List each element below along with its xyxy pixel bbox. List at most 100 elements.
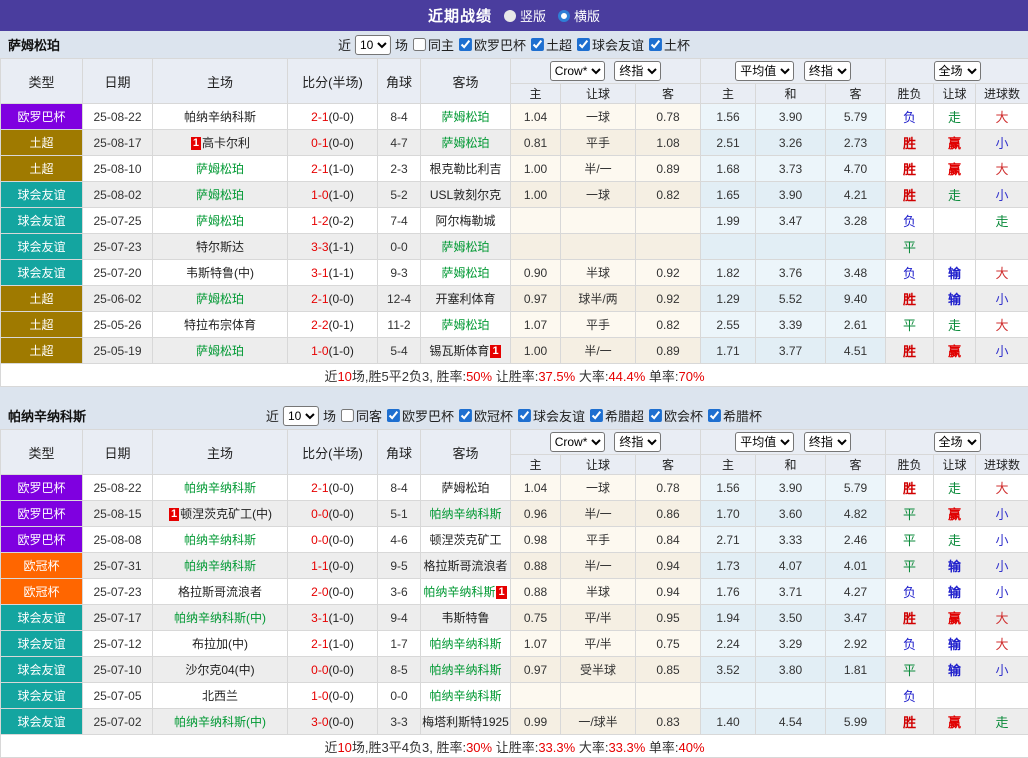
col-header-odds-away: 客 [636,84,701,104]
team-link[interactable]: 韦斯特鲁 [441,611,489,625]
team-link[interactable]: 萨姆松珀 [196,214,244,228]
team-link[interactable]: 锡瓦斯体育 [429,344,489,358]
odds-away-cell: 0.78 [636,104,701,130]
team-link[interactable]: 阿尔梅勒城 [435,214,495,228]
team-link[interactable]: 布拉加(中) [192,637,248,651]
team-link[interactable]: USL敦刻尔克 [430,188,501,202]
layout-option-horizontal[interactable]: 横版 [558,6,600,25]
avg-draw-cell: 3.90 [756,475,826,501]
filter-league-1-checkbox[interactable] [459,409,472,422]
filter-league-4[interactable]: 欧会杯 [649,406,703,425]
filter-league-3[interactable]: 希腊超 [590,406,644,425]
avg-draw-cell: 3.71 [756,579,826,605]
vertical-radio-icon[interactable] [504,10,516,22]
corner-cell: 4-7 [378,130,421,156]
team-link[interactable]: 沙尔克04(中) [185,663,254,677]
filter-league-1-checkbox[interactable] [531,38,544,51]
avg-draw-cell: 3.39 [756,312,826,338]
odds-home-cell: 1.04 [511,104,561,130]
team-link[interactable]: 北西兰 [202,689,238,703]
team-link[interactable]: 萨姆松珀 [196,188,244,202]
avg-source-select[interactable]: 平均值 [735,61,794,81]
team-link[interactable]: 开塞利体育 [435,292,495,306]
team-link[interactable]: 格拉斯哥流浪者 [178,585,262,599]
match-date-cell: 25-08-17 [83,130,153,156]
team-link[interactable]: 帕纳辛纳科斯 [184,533,256,547]
filter-league-1[interactable]: 土超 [531,35,572,54]
scope-select[interactable]: 全场 [934,61,981,81]
team-link[interactable]: 顿涅茨克矿工(中) [180,507,272,521]
league-type-badge: 球会友谊 [1,260,83,286]
fulltime-score: 2-1 [311,637,328,651]
filter-league-1[interactable]: 欧冠杯 [459,406,513,425]
team-link[interactable]: 帕纳辛纳科斯(中) [174,611,266,625]
team-link[interactable]: 特拉布宗体育 [184,318,256,332]
games-count-select[interactable]: 10 [355,35,391,55]
team-link[interactable]: 萨姆松珀 [441,266,489,280]
team-link[interactable]: 萨姆松珀 [441,318,489,332]
odds-company-select[interactable]: Crow* [550,432,605,452]
match-row: 球会友谊25-07-05北西兰1-0(0-0)0-0帕纳辛纳科斯负 [1,683,1028,709]
team-link[interactable]: 帕纳辛纳科斯 [423,585,495,599]
scope-select[interactable]: 全场 [934,432,981,452]
filter-league-2-checkbox[interactable] [577,38,590,51]
avg-away-cell: 1.81 [826,657,886,683]
filter-league-5[interactable]: 希腊杯 [708,406,762,425]
avg-period-select[interactable]: 终指 [804,432,851,452]
filter-league-3-checkbox[interactable] [649,38,662,51]
team-link[interactable]: 帕纳辛纳科斯 [184,110,256,124]
layout-option-vertical[interactable]: 竖版 [504,6,546,25]
filter-same-venue[interactable]: 同客 [341,406,382,425]
team-link[interactable]: 帕纳辛纳科斯 [429,507,501,521]
team-link[interactable]: 萨姆松珀 [441,110,489,124]
horizontal-radio-icon[interactable] [558,10,570,22]
team-link[interactable]: 帕纳辛纳科斯(中) [174,715,266,729]
team-link[interactable]: 帕纳辛纳科斯 [184,559,256,573]
filter-same-venue[interactable]: 同主 [413,35,454,54]
team-link[interactable]: 梅塔利斯特1925 [422,715,509,729]
team-link[interactable]: 萨姆松珀 [441,136,489,150]
team-link[interactable]: 高卡尔利 [202,136,250,150]
games-count-select[interactable]: 10 [283,406,319,426]
match-row: 土超25-06-02萨姆松珀2-1(0-0)12-4开塞利体育0.97球半/两0… [1,286,1028,312]
match-date-cell: 25-08-22 [83,475,153,501]
filter-league-0-checkbox[interactable] [459,38,472,51]
team-link[interactable]: 帕纳辛纳科斯 [429,689,501,703]
team-link[interactable]: 顿涅茨克矿工 [429,533,501,547]
avg-home-cell: 2.24 [701,631,756,657]
odds-company-select[interactable]: Crow* [550,61,605,81]
filter-league-0[interactable]: 欧罗巴杯 [387,406,454,425]
team-link[interactable]: 萨姆松珀 [196,344,244,358]
filter-league-5-checkbox[interactable] [708,409,721,422]
filter-league-0-checkbox[interactable] [387,409,400,422]
team-link[interactable]: 帕纳辛纳科斯 [429,637,501,651]
team-link[interactable]: 格拉斯哥流浪者 [423,559,507,573]
team-link[interactable]: 帕纳辛纳科斯 [429,663,501,677]
filter-same-venue-checkbox[interactable] [413,38,426,51]
team-link[interactable]: 萨姆松珀 [441,481,489,495]
filter-league-2[interactable]: 球会友谊 [518,406,585,425]
avg-away-cell: 5.99 [826,709,886,735]
team-link[interactable]: 萨姆松珀 [441,240,489,254]
filter-league-3[interactable]: 土杯 [649,35,690,54]
home-team-cell: 特拉布宗体育 [153,312,288,338]
filter-league-2[interactable]: 球会友谊 [577,35,644,54]
filter-league-0[interactable]: 欧罗巴杯 [459,35,526,54]
avg-period-select[interactable]: 终指 [804,61,851,81]
odds-period-select[interactable]: 终指 [614,432,661,452]
halftime-score: (1-1) [329,240,354,254]
summary-text: 场,胜3平4负3, 胜率: [352,740,466,755]
team-link[interactable]: 韦斯特鲁(中) [186,266,254,280]
team-link[interactable]: 萨姆松珀 [196,292,244,306]
team-link[interactable]: 帕纳辛纳科斯 [184,481,256,495]
filter-league-2-checkbox[interactable] [518,409,531,422]
filter-league-3-checkbox[interactable] [590,409,603,422]
team-link[interactable]: 根克勒比利吉 [429,162,501,176]
filter-league-4-checkbox[interactable] [649,409,662,422]
filter-same-venue-checkbox[interactable] [341,409,354,422]
odds-period-select[interactable]: 终指 [614,61,661,81]
team-link[interactable]: 特尔斯达 [196,240,244,254]
avg-source-select[interactable]: 平均值 [735,432,794,452]
team-link[interactable]: 萨姆松珀 [196,162,244,176]
filter-league-5-label: 希腊杯 [723,406,762,425]
